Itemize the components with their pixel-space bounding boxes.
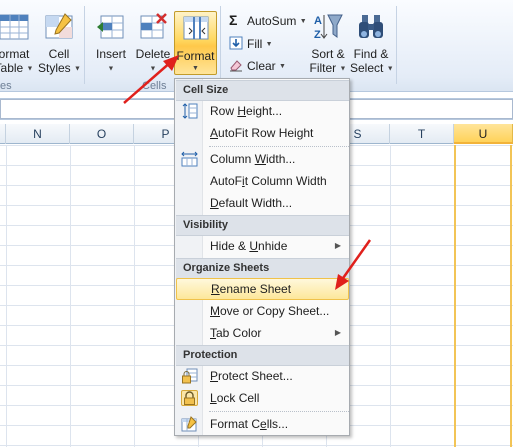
annotation-arrow-format [123,55,179,104]
annotation-arrows [123,55,372,290]
annotation-arrow-rename [335,239,372,290]
